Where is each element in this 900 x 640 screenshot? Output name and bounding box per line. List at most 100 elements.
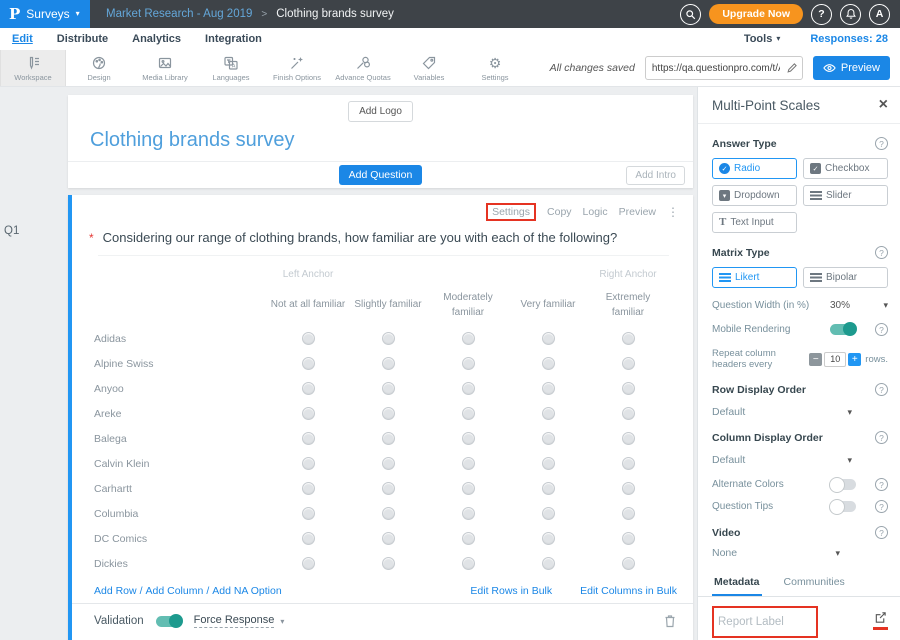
radio-option[interactable] bbox=[348, 507, 428, 520]
report-label-edit[interactable] bbox=[873, 606, 888, 630]
question-width-value[interactable]: 30% bbox=[830, 300, 850, 311]
tab-integration[interactable]: Integration bbox=[205, 33, 262, 45]
radio-option[interactable] bbox=[348, 382, 428, 395]
toolbar-item-finish-options[interactable]: Finish Options bbox=[264, 50, 330, 86]
delete-question-button[interactable] bbox=[663, 614, 677, 628]
report-label-input[interactable] bbox=[718, 616, 814, 628]
add-row-link[interactable]: Add Row bbox=[94, 585, 137, 597]
radio-option[interactable] bbox=[428, 432, 508, 445]
validation-type-dropdown[interactable]: Force Response bbox=[194, 614, 275, 628]
add-na-option-link[interactable]: Add NA Option bbox=[212, 585, 281, 597]
radio-option[interactable] bbox=[588, 457, 668, 470]
radio-option[interactable] bbox=[588, 557, 668, 570]
radio-option[interactable] bbox=[588, 432, 668, 445]
tab-communities[interactable]: Communities bbox=[782, 570, 847, 596]
answer-type-text-input[interactable]: TText Input bbox=[712, 212, 797, 233]
radio-option[interactable] bbox=[588, 382, 668, 395]
search-button[interactable] bbox=[680, 4, 701, 25]
answer-type-dropdown[interactable]: ▾Dropdown bbox=[712, 185, 797, 206]
column-display-order-select[interactable]: Default ▾ bbox=[712, 454, 888, 466]
radio-option[interactable] bbox=[508, 432, 588, 445]
radio-option[interactable] bbox=[508, 457, 588, 470]
responses-count[interactable]: Responses: 28 bbox=[810, 33, 888, 45]
question-settings-button[interactable]: Settings bbox=[486, 203, 536, 221]
breadcrumb-folder[interactable]: Market Research - Aug 2019 bbox=[106, 8, 252, 20]
toolbar-item-workspace[interactable]: Workspace bbox=[0, 50, 66, 86]
pencil-icon[interactable] bbox=[786, 62, 798, 74]
tab-distribute[interactable]: Distribute bbox=[57, 33, 108, 45]
radio-option[interactable] bbox=[588, 407, 668, 420]
video-select[interactable]: None ▾ bbox=[712, 547, 888, 559]
radio-option[interactable] bbox=[428, 357, 508, 370]
radio-option[interactable] bbox=[348, 482, 428, 495]
radio-option[interactable] bbox=[348, 557, 428, 570]
avatar[interactable]: A bbox=[869, 4, 890, 25]
column-header[interactable]: Not at all familiar bbox=[268, 284, 348, 326]
repeat-headers-value[interactable]: 10 bbox=[824, 352, 846, 367]
radio-option[interactable] bbox=[428, 332, 508, 345]
row-label[interactable]: Alpine Swiss bbox=[90, 358, 268, 370]
help-icon[interactable]: ? bbox=[875, 383, 888, 396]
help-icon[interactable]: ? bbox=[875, 137, 888, 150]
close-icon[interactable]: × bbox=[879, 97, 888, 113]
row-label[interactable]: Anyoo bbox=[90, 383, 268, 395]
column-header[interactable]: Extremely familiar bbox=[588, 284, 668, 326]
radio-option[interactable] bbox=[348, 457, 428, 470]
survey-title[interactable]: Clothing brands survey bbox=[68, 122, 693, 161]
answer-type-radio[interactable]: ✓Radio bbox=[712, 158, 797, 179]
radio-option[interactable] bbox=[268, 532, 348, 545]
chevron-down-icon[interactable]: ▾ bbox=[883, 300, 888, 311]
row-label[interactable]: Columbia bbox=[90, 508, 268, 520]
row-label[interactable]: Adidas bbox=[90, 333, 268, 345]
radio-option[interactable] bbox=[588, 332, 668, 345]
add-question-button[interactable]: Add Question bbox=[339, 165, 423, 185]
validation-toggle[interactable] bbox=[156, 616, 182, 627]
radio-option[interactable] bbox=[428, 407, 508, 420]
radio-option[interactable] bbox=[428, 457, 508, 470]
radio-option[interactable] bbox=[348, 432, 428, 445]
help-button[interactable]: ? bbox=[811, 4, 832, 25]
radio-option[interactable] bbox=[268, 482, 348, 495]
tab-edit[interactable]: Edit bbox=[12, 33, 33, 45]
add-column-link[interactable]: Add Column bbox=[146, 585, 204, 597]
edit-rows-in-bulk-link[interactable]: Edit Rows in Bulk bbox=[470, 585, 552, 597]
toolbar-item-advance-quotas[interactable]: Advance Quotas bbox=[330, 50, 396, 86]
radio-option[interactable] bbox=[508, 357, 588, 370]
toolbar-item-settings[interactable]: ⚙ Settings bbox=[462, 50, 528, 86]
radio-option[interactable] bbox=[348, 532, 428, 545]
tools-menu[interactable]: Tools▾ bbox=[744, 33, 781, 45]
preview-button[interactable]: Preview bbox=[813, 56, 890, 80]
row-display-order-select[interactable]: Default ▾ bbox=[712, 406, 888, 418]
radio-option[interactable] bbox=[588, 357, 668, 370]
answer-type-checkbox[interactable]: ✓Checkbox bbox=[803, 158, 888, 179]
radio-option[interactable] bbox=[268, 432, 348, 445]
radio-option[interactable] bbox=[508, 532, 588, 545]
toolbar-item-languages[interactable]: A Languages bbox=[198, 50, 264, 86]
row-label[interactable]: Carhartt bbox=[90, 483, 268, 495]
row-label[interactable]: Areke bbox=[90, 408, 268, 420]
radio-option[interactable] bbox=[348, 357, 428, 370]
radio-option[interactable] bbox=[588, 532, 668, 545]
column-header[interactable]: Moderately familiar bbox=[428, 284, 508, 326]
help-icon[interactable]: ? bbox=[875, 478, 888, 491]
radio-option[interactable] bbox=[508, 482, 588, 495]
help-icon[interactable]: ? bbox=[875, 500, 888, 513]
radio-option[interactable] bbox=[508, 507, 588, 520]
radio-option[interactable] bbox=[268, 457, 348, 470]
radio-option[interactable] bbox=[428, 382, 508, 395]
product-switcher[interactable]: P Surveys ▾ bbox=[0, 0, 90, 28]
toolbar-item-media-library[interactable]: Media Library bbox=[132, 50, 198, 86]
radio-option[interactable] bbox=[268, 382, 348, 395]
add-logo-button[interactable]: Add Logo bbox=[348, 101, 413, 122]
survey-url-input[interactable] bbox=[646, 63, 786, 74]
question-tips-toggle[interactable] bbox=[830, 501, 856, 512]
left-anchor-label[interactable]: Left Anchor bbox=[268, 269, 348, 280]
edit-columns-in-bulk-link[interactable]: Edit Columns in Bulk bbox=[580, 585, 677, 597]
help-icon[interactable]: ? bbox=[875, 246, 888, 259]
row-label[interactable]: Balega bbox=[90, 433, 268, 445]
row-label[interactable]: DC Comics bbox=[90, 533, 268, 545]
radio-option[interactable] bbox=[268, 557, 348, 570]
radio-option[interactable] bbox=[588, 507, 668, 520]
radio-option[interactable] bbox=[348, 332, 428, 345]
radio-option[interactable] bbox=[428, 482, 508, 495]
